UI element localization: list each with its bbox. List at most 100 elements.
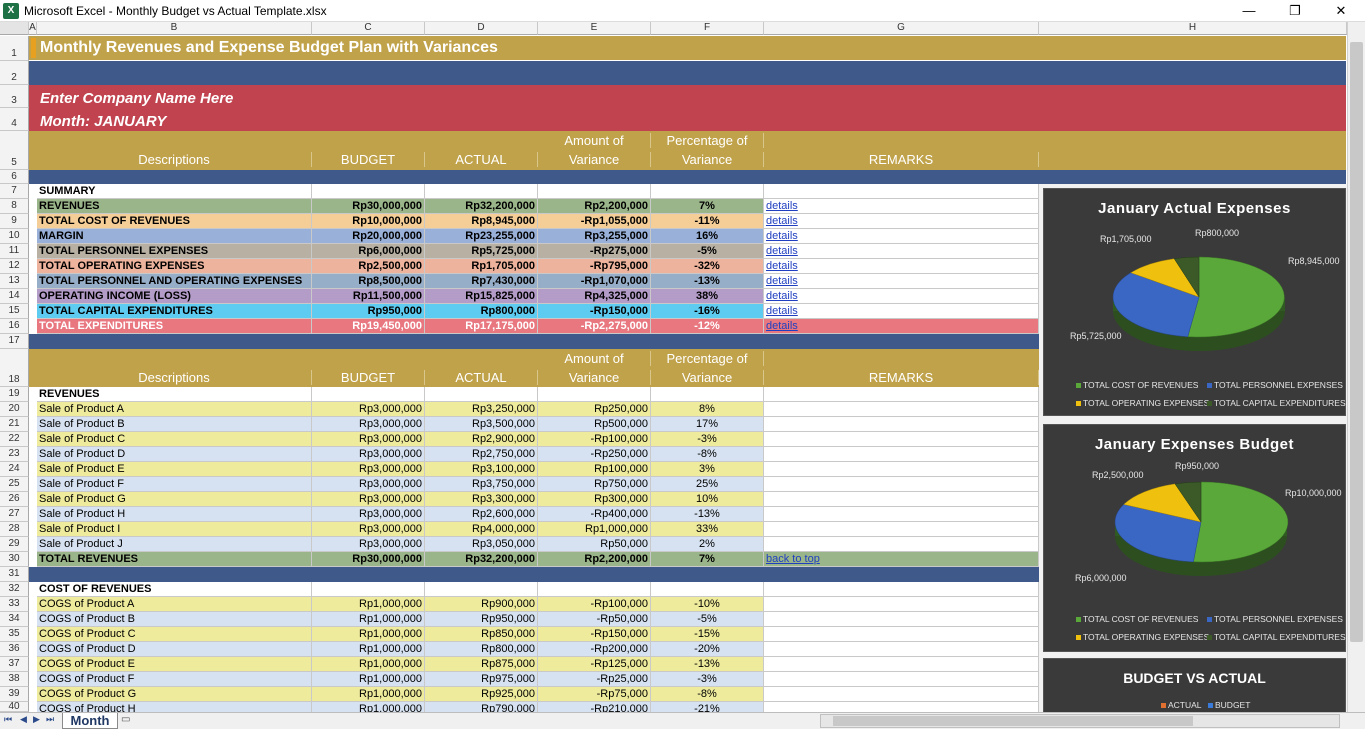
empty-cell[interactable] [764,417,1039,432]
var-cell[interactable]: Rp750,000 [538,477,651,492]
pct-cell[interactable]: -8% [651,447,764,462]
actual-cell[interactable]: Rp17,175,000 [425,319,538,334]
row-header[interactable]: 27 [0,507,29,522]
actual-cell[interactable]: Rp875,000 [425,657,538,672]
column-header-c[interactable]: C [312,22,425,35]
budget-cell[interactable]: Rp11,500,000 [312,289,425,304]
row-header[interactable]: 24 [0,462,29,477]
empty-cell[interactable] [312,582,425,597]
desc-cell[interactable]: TOTAL OPERATING EXPENSES [37,259,312,274]
var-cell[interactable]: -Rp150,000 [538,304,651,319]
budget-cell[interactable]: Rp3,000,000 [312,507,425,522]
row-header[interactable]: 4 [0,108,29,131]
remark-cell[interactable]: details [764,244,1039,259]
var-cell[interactable]: Rp2,200,000 [538,199,651,214]
var-cell[interactable]: -Rp75,000 [538,687,651,702]
empty-cell[interactable] [764,522,1039,537]
pct-cell[interactable]: 16% [651,229,764,244]
pct-cell[interactable]: -16% [651,304,764,319]
pct-cell[interactable]: 2% [651,537,764,552]
row-header[interactable]: 7 [0,184,29,199]
expenses-budget-chart[interactable]: January Expenses Budget Rp10,000,000 Rp6… [1043,424,1346,652]
pct-cell[interactable]: 17% [651,417,764,432]
empty-cell[interactable] [764,492,1039,507]
row-header[interactable]: 37 [0,657,29,672]
empty-cell[interactable] [764,462,1039,477]
pct-cell[interactable]: -3% [651,672,764,687]
row-header[interactable]: 2 [0,61,29,85]
pct-cell[interactable]: 10% [651,492,764,507]
pct-cell[interactable]: -15% [651,627,764,642]
remark-link[interactable]: details [766,200,798,212]
pct-cell[interactable]: -32% [651,259,764,274]
vertical-scrollbar[interactable] [1347,22,1365,712]
remark-link[interactable]: details [766,215,798,227]
empty-cell[interactable] [764,184,1039,199]
empty-cell[interactable] [764,687,1039,702]
remark-link[interactable]: details [766,275,798,287]
actual-cell[interactable]: Rp2,900,000 [425,432,538,447]
remark-link[interactable]: details [766,260,798,272]
actual-cell[interactable]: Rp3,250,000 [425,402,538,417]
budget-cell[interactable]: Rp3,000,000 [312,402,425,417]
var-cell[interactable]: Rp50,000 [538,537,651,552]
desc-cell[interactable]: TOTAL PERSONNEL AND OPERATING EXPENSES [37,274,312,289]
pct-cell[interactable]: -20% [651,642,764,657]
actual-cell[interactable]: Rp4,000,000 [425,522,538,537]
budget-cell[interactable]: Rp1,000,000 [312,642,425,657]
actual-cell[interactable]: Rp23,255,000 [425,229,538,244]
actual-cell[interactable]: Rp975,000 [425,672,538,687]
budget-cell[interactable]: Rp8,500,000 [312,274,425,289]
actual-cell[interactable]: Rp3,500,000 [425,417,538,432]
budget-cell[interactable]: Rp1,000,000 [312,612,425,627]
row-header[interactable]: 32 [0,582,29,597]
desc-cell[interactable]: COGS of Product E [37,657,312,672]
empty-cell[interactable] [538,582,651,597]
var-cell[interactable]: Rp250,000 [538,402,651,417]
row-header[interactable]: 26 [0,492,29,507]
column-header-f[interactable]: F [651,22,764,35]
row-header[interactable]: 39 [0,687,29,702]
budget-cell[interactable]: Rp1,000,000 [312,687,425,702]
empty-cell[interactable] [764,657,1039,672]
desc-cell[interactable]: Sale of Product G [37,492,312,507]
var-cell[interactable]: Rp300,000 [538,492,651,507]
budget-cell[interactable]: Rp30,000,000 [312,199,425,214]
desc-cell[interactable]: Sale of Product F [37,477,312,492]
section-label[interactable]: SUMMARY [37,184,312,199]
desc-cell[interactable]: REVENUES [37,199,312,214]
budget-vs-actual-chart[interactable]: BUDGET VS ACTUAL ACTUAL BUDGET [1043,658,1346,712]
row-header[interactable]: 33 [0,597,29,612]
var-cell[interactable]: -Rp250,000 [538,447,651,462]
actual-cell[interactable]: Rp800,000 [425,642,538,657]
pct-cell[interactable]: 7% [651,199,764,214]
desc-cell[interactable]: COGS of Product C [37,627,312,642]
row-header[interactable]: 1 [0,36,29,61]
row-header[interactable]: 8 [0,199,29,214]
desc-cell[interactable]: OPERATING INCOME (LOSS) [37,289,312,304]
row-header[interactable]: 35 [0,627,29,642]
var-cell[interactable]: Rp100,000 [538,462,651,477]
row-header[interactable]: 38 [0,672,29,687]
var-cell[interactable]: -Rp1,070,000 [538,274,651,289]
remark-link[interactable]: back to top [766,553,820,565]
actual-cell[interactable]: Rp7,430,000 [425,274,538,289]
scroll-thumb[interactable] [833,716,1193,726]
empty-cell[interactable] [538,184,651,199]
actual-cell[interactable]: Rp32,200,000 [425,552,538,567]
pct-cell[interactable]: -12% [651,319,764,334]
empty-cell[interactable] [425,184,538,199]
remark-cell[interactable]: details [764,259,1039,274]
empty-cell[interactable] [764,627,1039,642]
remark-cell[interactable]: back to top [764,552,1039,567]
restore-button[interactable]: ❐ [1272,0,1318,22]
desc-cell[interactable]: COGS of Product G [37,687,312,702]
row-header[interactable]: 36 [0,642,29,657]
actual-cell[interactable]: Rp850,000 [425,627,538,642]
row-header[interactable]: 9 [0,214,29,229]
empty-cell[interactable] [425,582,538,597]
company-name[interactable]: Enter Company Name Here [40,90,233,107]
row-header[interactable]: 13 [0,274,29,289]
row-header[interactable]: 11 [0,244,29,259]
prev-sheet-button[interactable]: ◀ [20,714,27,725]
